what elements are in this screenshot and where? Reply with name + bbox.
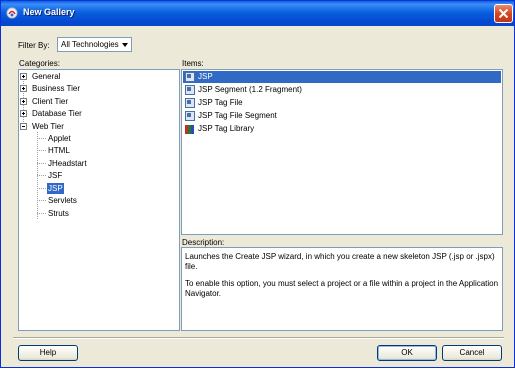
window-title: New Gallery [23,7,75,17]
item-label: JSP Tag File Segment [198,111,277,120]
description-text: Launches the Create JSP wizard, in which… [185,252,499,306]
expand-icon[interactable] [20,98,27,105]
item-label: JSP Tag File [198,98,243,107]
item-label: JSP Tag Library [198,124,255,133]
divider [13,337,504,339]
tree-connector [37,150,46,151]
item-jsp-tag-file[interactable]: JSP Tag File [183,97,501,109]
item-jsp-segment[interactable]: JSP Segment (1.2 Fragment) [183,84,501,96]
description-paragraph: To enable this option, you must select a… [185,279,499,298]
description-paragraph: Launches the Create JSP wizard, in which… [185,252,495,271]
jsp-file-icon [185,98,195,108]
category-label: Database Tier [32,109,82,118]
title-bar[interactable]: New Gallery [1,1,514,26]
item-label: JSP [198,72,213,81]
category-label: Client Tier [32,97,69,106]
expand-icon[interactable] [20,73,27,80]
categories-tree[interactable]: General Business Tier Client Tier Databa… [18,69,180,331]
category-label: JSP [47,183,64,194]
item-jsp-tag-library[interactable]: JSP Tag Library [183,123,501,135]
jsp-file-icon [185,85,195,95]
items-label: Items: [182,59,204,68]
category-label: Business Tier [32,84,81,93]
help-button[interactable]: Help [18,345,78,361]
filter-by-value: All Technologies [61,40,119,49]
collapse-icon[interactable] [20,123,27,130]
expand-icon[interactable] [20,110,27,117]
tree-connector [37,188,46,189]
chevron-down-icon [122,43,128,47]
category-label: Applet [48,134,71,143]
cancel-button[interactable]: Cancel [442,345,502,361]
ok-button[interactable]: OK [377,345,437,361]
tree-connector [37,138,46,139]
close-button[interactable] [494,4,513,23]
items-list[interactable]: JSP JSP Segment (1.2 Fragment) JSP Tag F… [181,69,503,235]
category-label: Web Tier [32,122,64,131]
category-label: JHeadstart [48,159,87,168]
category-label: JSF [48,171,63,180]
item-label: JSP Segment (1.2 Fragment) [198,85,302,94]
tag-library-icon [185,125,194,134]
tree-connector [37,200,46,201]
item-jsp[interactable]: JSP [183,71,501,83]
item-jsp-tag-file-segment[interactable]: JSP Tag File Segment [183,110,501,122]
jsp-file-icon [185,72,195,82]
tree-connector [37,213,46,214]
expand-icon[interactable] [20,85,27,92]
description-panel: Launches the Create JSP wizard, in which… [181,247,503,331]
tree-connector [37,163,46,164]
app-icon [6,7,18,19]
new-gallery-dialog: New Gallery Filter By: All Technologies … [0,0,515,368]
close-icon [498,8,509,19]
category-label: HTML [48,146,70,155]
jsp-file-icon [185,111,195,121]
category-label: Servlets [48,196,77,205]
filter-by-label: Filter By: [18,41,50,50]
filter-by-select[interactable]: All Technologies [57,37,132,52]
categories-label: Categories: [19,59,60,68]
description-label: Description: [182,238,225,247]
tree-connector [37,175,46,176]
category-label: Struts [48,209,69,218]
category-label: General [32,72,61,81]
